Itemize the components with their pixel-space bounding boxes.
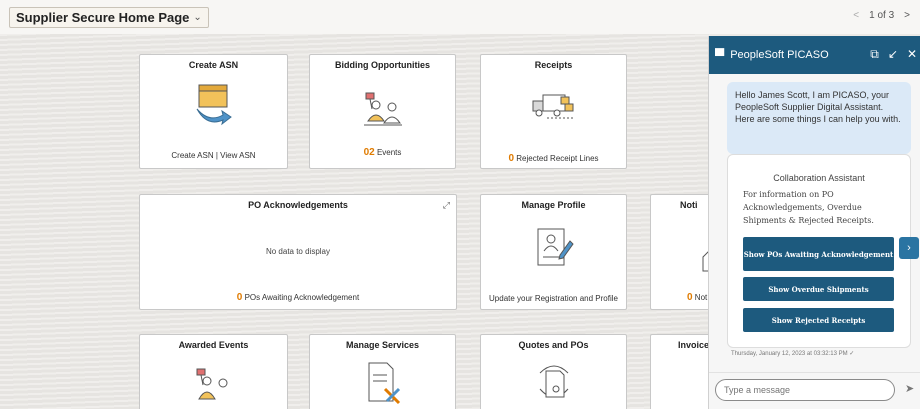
notifications-count[interactable]: 0 Not [687, 292, 710, 303]
tile-notifications[interactable]: Noti 0 Not [650, 194, 711, 310]
tile-title: Create ASN [188, 60, 239, 70]
tile-awarded-events[interactable]: Awarded Events [139, 334, 288, 409]
chat-title: PeopleSoft PICASO [730, 49, 829, 61]
tile-title: Awarded Events [178, 340, 249, 350]
package-arrow-icon [196, 84, 232, 126]
expand-icon[interactable]: ⤢ [443, 200, 450, 211]
transcript-icon[interactable]: ⧉ [870, 47, 879, 62]
assistant-greeting: Hello James Scott, I am PICASO, your Peo… [727, 82, 911, 154]
message-timestamp: Thursday, January 12, 2023 at 03:32:13 P… [731, 351, 855, 357]
chat-header: ▀ PeopleSoft PICASO ⧉ ↙ ✕ [709, 36, 920, 74]
message-input[interactable] [715, 379, 895, 401]
tile-title: Noti [680, 200, 698, 210]
tile-title: Manage Services [345, 340, 420, 350]
send-icon[interactable]: ➤ [905, 382, 914, 395]
tile-title: PO Acknowledgements [248, 200, 348, 210]
chat-bubble-icon: ▀ [715, 47, 725, 63]
card-title: Collaboration Assistant [773, 173, 865, 183]
pos-awaiting-ack-count[interactable]: 0 POs Awaiting Acknowledgement [140, 292, 456, 303]
tile-manage-profile[interactable]: Manage Profile Update your Registration … [480, 194, 627, 310]
tile-title: Quotes and POs [518, 340, 589, 350]
awarded-people-icon [196, 368, 227, 400]
top-bar: Supplier Secure Home Page ⌄ < 1 of 3 > [0, 0, 920, 34]
profile-document-icon [537, 228, 574, 266]
page-indicator: 1 of 3 [869, 10, 895, 21]
tile-title: Bidding Opportunities [335, 60, 430, 70]
rejected-receipt-lines-count[interactable]: 0 Rejected Receipt Lines [481, 153, 626, 164]
minimize-icon[interactable]: ↙ [888, 47, 898, 62]
show-overdue-shipments-button[interactable]: Show Overdue Shipments [743, 277, 894, 301]
collaboration-card: Collaboration Assistant For information … [727, 154, 911, 348]
tile-create-asn[interactable]: Create ASN Create ASN | View ASN [139, 54, 288, 169]
bidding-events-count[interactable]: 02 Events [310, 147, 455, 158]
card-description: For information on PO Acknowledgements, … [743, 190, 874, 225]
chat-panel: ▀ PeopleSoft PICASO ⧉ ↙ ✕ Hello James Sc… [708, 36, 920, 409]
document-tools-icon [368, 362, 400, 405]
tile-title: Invoices [678, 340, 715, 350]
prev-page-button[interactable]: < [853, 10, 859, 21]
close-icon[interactable]: ✕ [907, 47, 917, 62]
next-page-button[interactable]: > [904, 10, 910, 21]
chevron-down-icon: ⌄ [193, 12, 202, 23]
tile-title: Receipts [534, 60, 573, 70]
chat-composer: ➤ [709, 372, 920, 409]
tile-manage-services[interactable]: Manage Services [309, 334, 456, 409]
tile-title: Manage Profile [521, 200, 586, 210]
auction-people-icon [363, 92, 402, 126]
show-rejected-receipts-button[interactable]: Show Rejected Receipts [743, 308, 894, 332]
document-cycle-icon [539, 365, 568, 398]
tile-invoices[interactable]: Invoices [650, 334, 715, 409]
show-pos-awaiting-ack-button[interactable]: Show POs Awaiting Acknowledgement [743, 237, 894, 271]
manage-profile-link[interactable]: Update your Registration and Profile [481, 294, 626, 303]
tile-bidding-opportunities[interactable]: Bidding Opportunities 02 Events [309, 54, 456, 169]
pager: < 1 of 3 > [853, 10, 910, 21]
page-title: Supplier Secure Home Page [16, 10, 190, 25]
tile-receipts[interactable]: Receipts 0 Rejected Receipt Lines [480, 54, 627, 169]
carousel-next-button[interactable]: › [899, 237, 919, 259]
create-asn-links[interactable]: Create ASN | View ASN [140, 151, 287, 160]
tile-po-acknowledgements[interactable]: PO Acknowledgements ⤢ No data to display… [139, 194, 457, 310]
no-data-message: No data to display [265, 247, 331, 256]
page-selector-button[interactable]: Supplier Secure Home Page ⌄ [9, 7, 209, 28]
delivery-truck-icon [532, 94, 575, 119]
tile-quotes-and-pos[interactable]: Quotes and POs [480, 334, 627, 409]
